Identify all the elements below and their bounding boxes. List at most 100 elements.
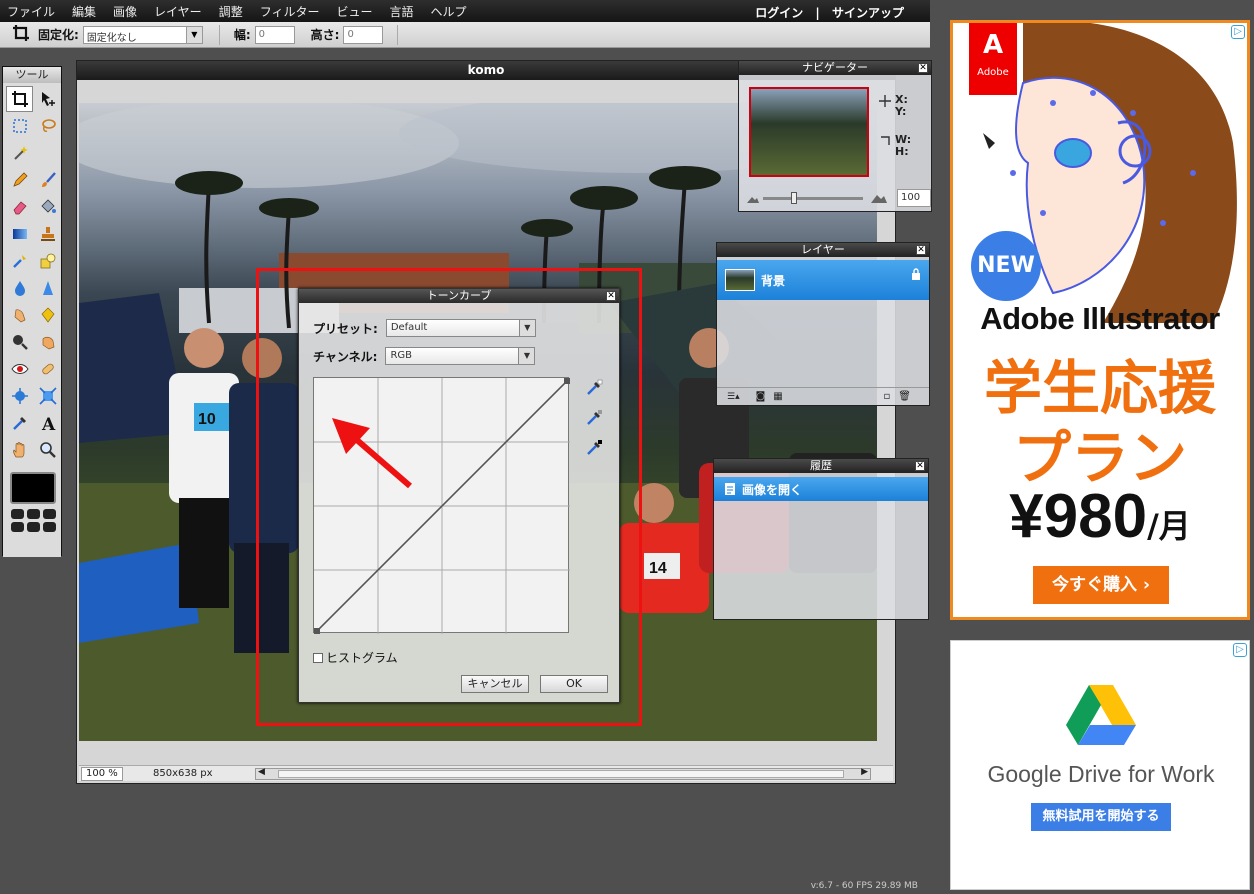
histogram-row: ヒストグラム	[313, 649, 398, 666]
ok-button[interactable]: OK	[540, 675, 608, 693]
menu-help[interactable]: ヘルプ	[424, 3, 477, 20]
layer-style-icon[interactable]: ▦	[773, 391, 782, 402]
menu-view[interactable]: ビュー	[329, 3, 382, 20]
move-tool[interactable]	[34, 86, 61, 112]
adobe-ad[interactable]: A Adobe NEW Adobe Illustrator 学生応援 プラン ¥…	[950, 20, 1250, 620]
color-replace-tool[interactable]	[6, 248, 33, 274]
mini-button[interactable]	[11, 509, 24, 519]
eraser-tool[interactable]	[6, 194, 33, 220]
ad-choices-icon[interactable]: ▷	[1231, 25, 1245, 39]
smudge-tool[interactable]	[6, 302, 33, 328]
zoom-tool[interactable]	[34, 437, 61, 463]
trash-icon[interactable]: 🗑	[898, 391, 911, 402]
red-eye-tool[interactable]	[6, 356, 33, 382]
histogram-checkbox[interactable]	[313, 652, 323, 663]
google-drive-ad[interactable]: Google Drive for Work 無料試用を開始する ▷	[950, 640, 1250, 890]
mini-buttons	[11, 509, 61, 532]
menu-image[interactable]: 画像	[106, 3, 147, 20]
navigator-thumbnail[interactable]	[749, 87, 869, 177]
white-point-eyedropper[interactable]	[585, 439, 603, 460]
crop-tool[interactable]	[6, 86, 33, 112]
text-tool[interactable]: A	[34, 410, 61, 436]
spot-heal-tool[interactable]	[34, 356, 61, 382]
marquee-tool[interactable]	[6, 113, 33, 139]
dialog-title: トーンカーブ	[426, 289, 492, 302]
menu-file[interactable]: ファイル	[0, 3, 65, 20]
height-input[interactable]: 0	[343, 25, 384, 44]
black-point-eyedropper[interactable]	[585, 379, 603, 400]
stamp-tool[interactable]	[34, 221, 61, 247]
history-item[interactable]: 画像を開く	[714, 477, 928, 501]
navigator-title-bar: ナビゲーター ✕	[739, 61, 931, 75]
brush-tool[interactable]	[34, 167, 61, 193]
layer-settings-icon[interactable]: ☰▴	[727, 392, 740, 402]
sponge-tool[interactable]	[34, 302, 61, 328]
foreground-color-swatch[interactable]	[10, 472, 56, 504]
bloat-tool[interactable]	[6, 383, 33, 409]
close-icon[interactable]: ✕	[916, 245, 926, 255]
login-link[interactable]: ログイン	[755, 6, 803, 20]
start-trial-button[interactable]: 無料試用を開始する	[1031, 803, 1171, 831]
zoom-magnifier-icon	[39, 442, 56, 458]
zoom-field[interactable]: 100 %	[81, 766, 123, 781]
pinch-icon	[38, 387, 57, 405]
gray-point-eyedropper[interactable]	[585, 409, 603, 430]
scroll-left-icon[interactable]: ◀	[258, 767, 265, 777]
shape-tool[interactable]	[34, 248, 61, 274]
dodge-tool[interactable]	[6, 329, 33, 355]
fill-tool[interactable]	[34, 194, 61, 220]
pencil-tool[interactable]	[6, 167, 33, 193]
layer-mask-icon[interactable]: ◙	[756, 391, 766, 402]
scroll-right-icon[interactable]: ▶	[861, 767, 868, 777]
empty-tool-slot	[34, 140, 61, 166]
layer-item[interactable]: 背景	[717, 260, 929, 300]
menu-language[interactable]: 言語	[382, 3, 423, 20]
new-layer-icon[interactable]: ▫	[884, 391, 891, 402]
ad-price-line: ¥980/月	[953, 481, 1247, 552]
mini-button[interactable]	[11, 522, 24, 532]
scrollbar-thumb[interactable]	[278, 770, 844, 778]
clone-stamp-icon	[40, 227, 55, 241]
preset-select[interactable]: Default ▼	[385, 319, 536, 337]
text-type-icon: A	[41, 415, 56, 432]
menu-edit[interactable]: 編集	[65, 3, 106, 20]
channel-select[interactable]: RGB ▼	[385, 347, 536, 365]
sharpen-tool[interactable]	[34, 275, 61, 301]
menu-adjust[interactable]: 調整	[212, 3, 253, 20]
chevron-down-icon: ▼	[185, 26, 202, 43]
history-title-bar: 履歴 ✕	[714, 459, 928, 473]
signup-link[interactable]: サインアップ	[832, 6, 904, 20]
cancel-button[interactable]: キャンセル	[461, 675, 529, 693]
navigator-zoom-input[interactable]: 100	[897, 189, 931, 207]
curve-point-start[interactable]	[314, 628, 320, 634]
close-icon[interactable]: ✕	[606, 291, 616, 301]
magic-wand-icon	[13, 146, 28, 160]
zoom-slider[interactable]	[763, 192, 863, 204]
sponge-icon	[41, 307, 54, 323]
buy-now-button[interactable]: 今すぐ購入 ›	[1033, 566, 1169, 604]
eyedropper-tool[interactable]	[6, 410, 33, 436]
lasso-tool[interactable]	[34, 113, 61, 139]
close-icon[interactable]: ✕	[915, 461, 925, 471]
zoom-slider-thumb[interactable]	[791, 192, 798, 204]
mini-button[interactable]	[43, 509, 56, 519]
menu-layer[interactable]: レイヤー	[147, 3, 212, 20]
burn-tool[interactable]	[34, 329, 61, 355]
blur-tool[interactable]	[6, 275, 33, 301]
horizontal-scrollbar[interactable]: ◀ ▶	[255, 767, 871, 780]
ad-choices-icon[interactable]: ▷	[1233, 643, 1247, 657]
close-icon[interactable]: ✕	[918, 63, 928, 73]
mini-button[interactable]	[27, 509, 40, 519]
curve-point-end[interactable]	[564, 378, 570, 384]
gradient-tool[interactable]	[6, 221, 33, 247]
mini-button[interactable]	[43, 522, 56, 532]
pinch-tool[interactable]	[34, 383, 61, 409]
mini-button[interactable]	[27, 522, 40, 532]
width-input[interactable]: 0	[254, 25, 295, 44]
chevron-down-icon: ▼	[518, 348, 535, 364]
channel-label: チャンネル:	[313, 349, 378, 364]
menu-filter[interactable]: フィルター	[253, 3, 330, 20]
hand-tool[interactable]	[6, 437, 33, 463]
magic-wand-tool[interactable]	[6, 140, 33, 166]
fixed-select[interactable]: 固定化なし ▼	[82, 25, 203, 44]
